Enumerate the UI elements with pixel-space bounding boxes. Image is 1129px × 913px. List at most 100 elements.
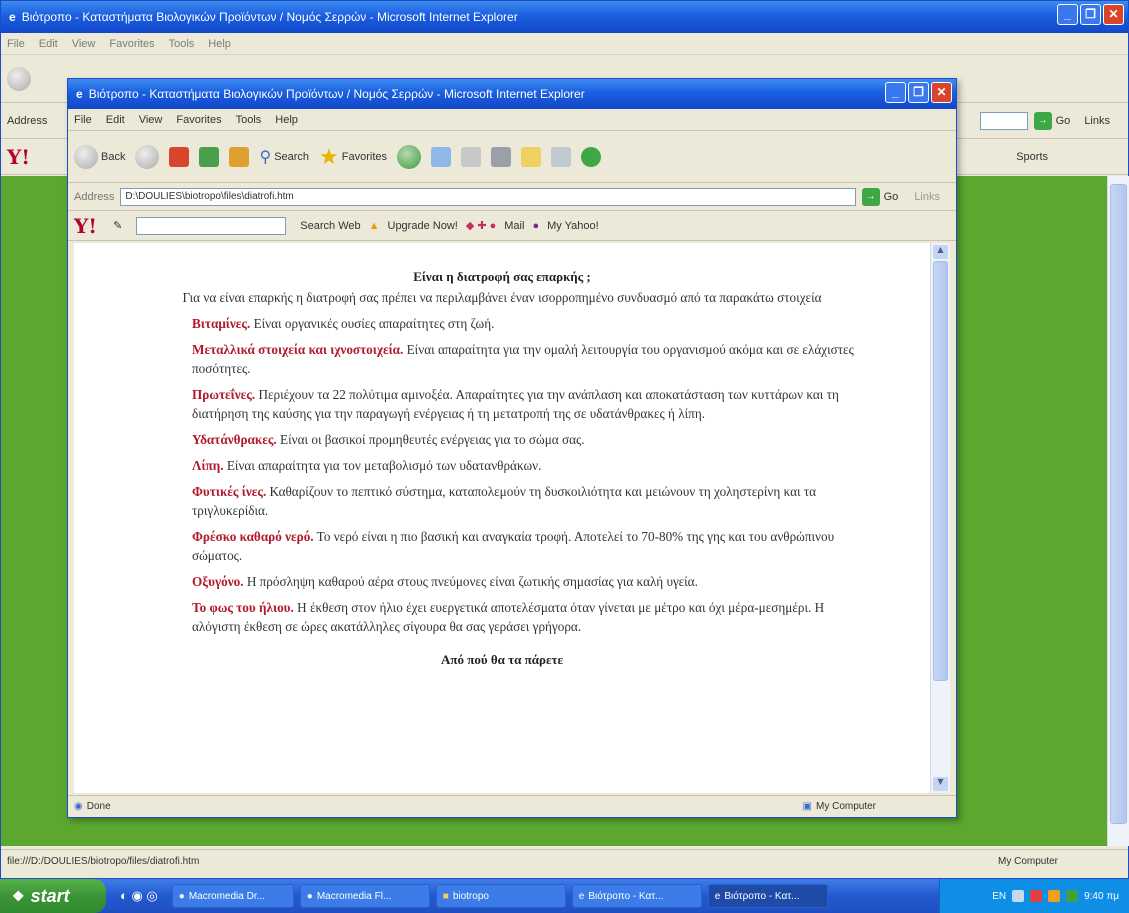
- ie-task-icon: e: [714, 890, 721, 902]
- outer-menu-file[interactable]: File: [7, 38, 25, 50]
- outer-yahoo-logo-icon[interactable]: Y!: [7, 145, 30, 169]
- ie-logo-icon: e: [9, 10, 16, 24]
- outer-sports-label[interactable]: Sports: [1016, 151, 1048, 163]
- back-arrow-icon: [74, 144, 98, 169]
- outer-scrollbar-thumb[interactable]: [1110, 184, 1127, 824]
- menu-tools[interactable]: Tools: [236, 114, 262, 126]
- outer-title-bar[interactable]: e Βιότροπο - Καταστήματα Βιολογικών Προϊ…: [1, 1, 1128, 33]
- tray-icon-1[interactable]: [1012, 890, 1025, 902]
- print-button[interactable]: [461, 146, 482, 167]
- back-button[interactable]: Back: [74, 144, 126, 169]
- yahoo-mail-button[interactable]: Mail: [504, 220, 524, 232]
- my-yahoo-button[interactable]: My Yahoo!: [547, 220, 599, 232]
- folder-button[interactable]: [521, 146, 542, 167]
- list-item: Μεταλλικά στοιχεία και ιχνοστοιχεία. Είν…: [192, 342, 854, 376]
- messenger-button[interactable]: [581, 146, 602, 167]
- inner-scrollbar[interactable]: ▲ ▼: [930, 243, 950, 793]
- forward-button[interactable]: [135, 144, 160, 169]
- folder-icon: ■: [442, 890, 449, 902]
- taskbar-item-biotropo-folder[interactable]: ■ biotropo: [435, 884, 566, 908]
- mail-icon: [431, 146, 452, 167]
- favorites-button[interactable]: ★ Favorites: [319, 144, 387, 170]
- quick-launch-icons[interactable]: ◐ ◉ ◎: [120, 888, 158, 904]
- taskbar-item-macromedia-flash[interactable]: ● Macromedia Fl...: [299, 884, 430, 908]
- page-subheading: Από πού θα τα πάρετε: [440, 652, 564, 667]
- edit-button[interactable]: [491, 146, 512, 167]
- outer-address-input[interactable]: [979, 111, 1028, 130]
- list-item: Το φως του ήλιου. Η έκθεση στον ήλιο έχε…: [192, 600, 825, 634]
- yahoo-logo-icon[interactable]: Y!: [74, 214, 97, 238]
- outer-menu-bar: File Edit View Favorites Tools Help: [1, 33, 1128, 55]
- outer-back-icon[interactable]: [7, 66, 31, 91]
- scroll-up-arrow-icon[interactable]: ▲: [933, 245, 948, 259]
- clock[interactable]: 9:40 πμ: [1084, 891, 1119, 902]
- ie-page-icon: ◉: [74, 801, 83, 812]
- start-button[interactable]: ❖ start: [0, 879, 106, 913]
- address-input[interactable]: D:\DOULIES\biotropo\files\diatrofi.htm: [120, 187, 856, 206]
- home-button[interactable]: [229, 146, 250, 167]
- pencil-icon[interactable]: ✎: [113, 219, 122, 232]
- search-web-button[interactable]: Search Web: [300, 220, 360, 232]
- outer-status-text: file:///D:/DOULIES/biotropo/files/diatro…: [7, 856, 200, 867]
- warning-icon: ▲: [368, 219, 380, 232]
- yahoo-search-input[interactable]: [136, 216, 287, 235]
- outer-menu-tools[interactable]: Tools: [169, 38, 195, 50]
- history-button[interactable]: [397, 144, 422, 169]
- stop-button[interactable]: [169, 146, 190, 167]
- inner-menu-bar: File Edit View Favorites Tools Help: [68, 109, 956, 131]
- discuss-button[interactable]: [551, 146, 572, 167]
- taskbar-item-ie-2[interactable]: e Βιότροπο - Κατ...: [707, 884, 828, 908]
- inner-ie-logo-icon: e: [76, 87, 83, 101]
- outer-window-title: Βιότροπο - Καταστήματα Βιολογικών Προϊόν…: [21, 10, 518, 24]
- tray-icon-2[interactable]: [1030, 890, 1043, 902]
- refresh-button[interactable]: [199, 146, 220, 167]
- go-arrow-icon[interactable]: →: [861, 187, 880, 206]
- outer-links-label[interactable]: Links: [1084, 115, 1110, 127]
- windows-logo-icon: ❖: [12, 887, 25, 904]
- taskbar-item-ie-1[interactable]: e Βιότροπο - Κατ...: [571, 884, 702, 908]
- outer-minimize-button[interactable]: _: [1057, 4, 1078, 25]
- stop-icon: [169, 146, 190, 167]
- outer-close-button[interactable]: ✕: [1103, 4, 1124, 25]
- outer-menu-help[interactable]: Help: [208, 38, 231, 50]
- list-item: Φυτικές ίνες. Καθαρίζουν το πεπτικό σύστ…: [192, 484, 817, 518]
- inner-minimize-button[interactable]: _: [885, 82, 906, 103]
- menu-file[interactable]: File: [74, 114, 92, 126]
- go-label[interactable]: Go: [884, 191, 899, 203]
- menu-edit[interactable]: Edit: [106, 114, 125, 126]
- menu-help[interactable]: Help: [275, 114, 298, 126]
- tray-icon-4[interactable]: [1066, 890, 1079, 902]
- yahoo-tool-icons[interactable]: ◆ ✚ ●: [466, 219, 496, 232]
- inner-close-button[interactable]: ✕: [931, 82, 952, 103]
- language-indicator[interactable]: EN: [992, 891, 1006, 902]
- outer-maximize-button[interactable]: ❐: [1080, 4, 1101, 25]
- outer-go-label[interactable]: Go: [1056, 115, 1071, 127]
- scroll-down-arrow-icon[interactable]: ▼: [933, 777, 948, 791]
- address-label: Address: [74, 190, 115, 203]
- mail-button[interactable]: [431, 146, 452, 167]
- menu-view[interactable]: View: [139, 114, 163, 126]
- outer-go-icon[interactable]: →: [1033, 111, 1052, 130]
- outer-menu-favorites[interactable]: Favorites: [109, 38, 154, 50]
- status-text: Done: [86, 801, 111, 812]
- inner-yahoo-toolbar: Y! ✎ Search Web ▲ Upgrade Now! ◆ ✚ ● Mai…: [68, 211, 956, 241]
- menu-favorites[interactable]: Favorites: [176, 114, 221, 126]
- inner-scrollbar-thumb[interactable]: [933, 261, 948, 681]
- outer-menu-view[interactable]: View: [72, 38, 96, 50]
- outer-scrollbar[interactable]: [1107, 176, 1129, 846]
- inner-maximize-button[interactable]: ❐: [908, 82, 929, 103]
- search-label: Search: [274, 150, 310, 163]
- edit-icon: [491, 146, 512, 167]
- taskbar-item-macromedia-dreamweaver[interactable]: ● Macromedia Dr...: [171, 884, 294, 908]
- page-content: Είναι η διατροφή σας επαρκής ; Για να εί…: [74, 243, 930, 793]
- search-button[interactable]: ⚲ Search: [259, 147, 309, 167]
- list-item: Λίπη. Είναι απαραίτητα για τον μεταβολισ…: [192, 458, 542, 473]
- outer-menu-edit[interactable]: Edit: [39, 38, 58, 50]
- inner-title-bar[interactable]: e Βιότροπο - Καταστήματα Βιολογικών Προϊ…: [68, 79, 956, 109]
- list-item: Οξυγόνο. Η πρόσληψη καθαρού αέρα στους π…: [192, 574, 698, 589]
- links-label[interactable]: Links: [914, 191, 940, 203]
- upgrade-button[interactable]: Upgrade Now!: [388, 220, 458, 232]
- tray-icon-3[interactable]: [1048, 890, 1061, 902]
- back-label: Back: [101, 150, 126, 163]
- inner-address-bar: Address D:\DOULIES\biotropo\files\diatro…: [68, 183, 956, 211]
